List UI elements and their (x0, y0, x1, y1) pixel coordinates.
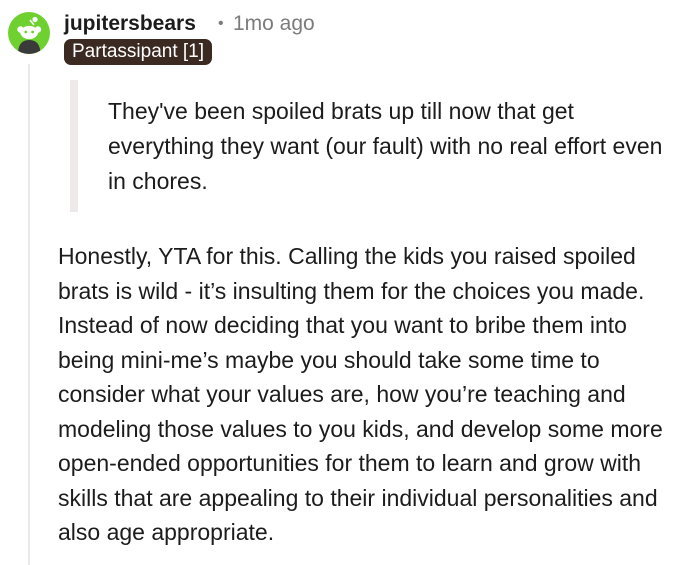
snoo-avatar-icon (17, 16, 42, 54)
user-flair-badge: Partassipant [1] (64, 39, 213, 65)
comment-body: Honestly, YTA for this. Calling the kids… (58, 243, 663, 545)
blockquote-text: They've been spoiled brats up till now t… (108, 98, 663, 194)
meta-separator: • (218, 15, 224, 32)
comment: jupitersbears • 1mo ago Partassipant [1]… (0, 0, 700, 565)
thread-line[interactable] (28, 64, 30, 565)
blockquote-bar (70, 80, 78, 212)
comment-timestamp[interactable]: 1mo ago (233, 10, 315, 38)
author-username[interactable]: jupitersbears (64, 10, 196, 38)
avatar[interactable] (8, 12, 50, 54)
